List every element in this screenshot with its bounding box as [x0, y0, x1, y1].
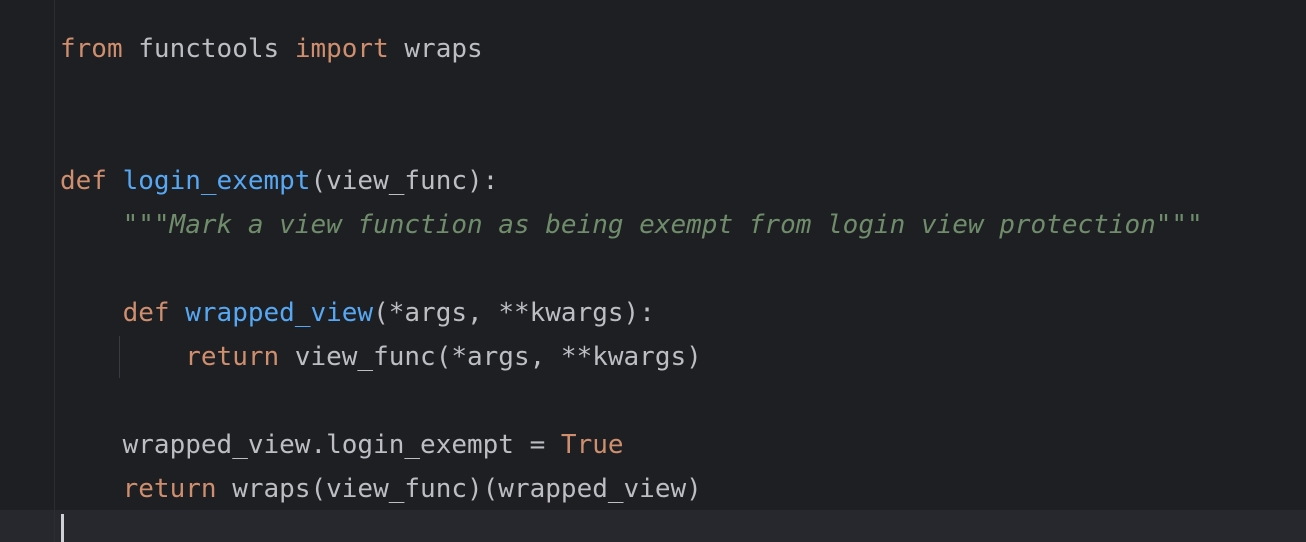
code-line-5[interactable]: """Mark a view function as being exempt …: [60, 203, 1203, 247]
code-text: (view_func):: [310, 166, 499, 196]
code-line-4[interactable]: def login_exempt(view_func):: [60, 159, 498, 203]
code-text: view_func(*args, **kwargs): [279, 342, 702, 372]
keyword: def: [60, 166, 107, 196]
function-name: login_exempt: [122, 166, 311, 196]
text-caret: [61, 514, 64, 542]
keyword: import: [294, 34, 389, 64]
code-text: wraps: [388, 34, 483, 64]
keyword: True: [560, 430, 624, 460]
keyword: return: [185, 342, 280, 372]
code-text: (*args, **kwargs):: [373, 298, 655, 328]
code-line-8[interactable]: return view_func(*args, **kwargs): [60, 335, 702, 379]
function-name: wrapped_view: [185, 298, 374, 328]
code-line-7[interactable]: def wrapped_view(*args, **kwargs):: [60, 291, 655, 335]
code-line-1[interactable]: from functools import wraps: [60, 27, 483, 71]
code-text: functools: [122, 34, 295, 64]
current-line-highlight: [0, 510, 1306, 542]
keyword: return: [122, 474, 217, 504]
code-line-10[interactable]: wrapped_view.login_exempt = True: [60, 423, 624, 467]
gutter-separator: [54, 0, 55, 542]
code-text: wrapped_view.login_exempt =: [122, 430, 561, 460]
code-editor[interactable]: from functools import wraps def login_ex…: [0, 0, 1306, 542]
keyword: from: [60, 34, 123, 64]
code-line-11[interactable]: return wraps(view_func)(wrapped_view): [60, 467, 702, 511]
code-text: wraps(view_func)(wrapped_view): [216, 474, 702, 504]
keyword: def: [122, 298, 170, 328]
docstring: """Mark a view function as being exempt …: [122, 210, 1203, 240]
